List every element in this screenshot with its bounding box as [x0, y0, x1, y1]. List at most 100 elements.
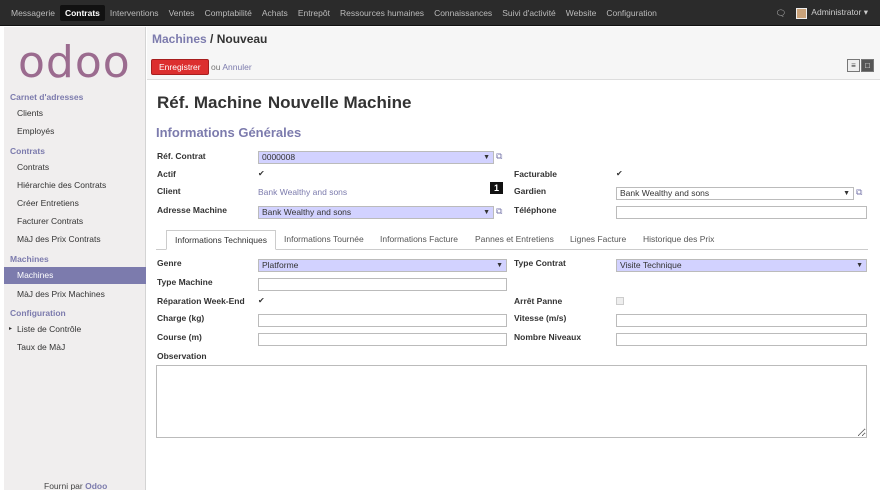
menu-messagerie[interactable]: Messagerie: [6, 5, 60, 21]
gardien-value: Bank Wealthy and sons: [620, 188, 710, 198]
breadcrumb-machines[interactable]: Machines: [152, 32, 207, 46]
telephone-input[interactable]: [616, 206, 867, 219]
ref-contrat-label: Réf. Contrat: [157, 151, 206, 161]
sidebar-item-contrats[interactable]: Contrats: [4, 159, 146, 176]
type-contrat-value: Visite Technique: [620, 260, 682, 270]
view-switcher: ≡ □: [847, 59, 874, 72]
menu-comptabilite[interactable]: Comptabilité: [200, 5, 257, 21]
user-name: Administrator ▾: [811, 7, 868, 18]
sidebar-item-creer-entretiens[interactable]: Créer Entretiens: [4, 195, 146, 212]
facturable-checkbox[interactable]: ✔: [616, 170, 624, 178]
ref-contrat-select[interactable]: 0000008 ▼: [258, 151, 494, 164]
sidebar-item-liste-controle-label: Liste de Contrôle: [17, 324, 82, 334]
facturable-label: Facturable: [514, 169, 557, 179]
sidebar-item-liste-controle[interactable]: ▸ Liste de Contrôle: [4, 321, 146, 338]
or-cancel: ou Annuler: [211, 62, 252, 72]
breadcrumb-separator: /: [206, 32, 217, 46]
telephone-label: Téléphone: [514, 205, 557, 215]
genre-label: Genre: [157, 258, 182, 268]
tab-lignes-facture[interactable]: Lignes Facture: [562, 230, 634, 250]
sidebar-item-taux-maj[interactable]: Taux de MàJ: [4, 339, 146, 356]
observation-label: Observation: [157, 351, 207, 361]
external-link-icon[interactable]: ⧉: [496, 206, 502, 217]
ref-contrat-value: 0000008: [262, 152, 296, 162]
sidebar-item-machines[interactable]: Machines: [4, 267, 146, 284]
observation-textarea[interactable]: [156, 365, 867, 438]
type-contrat-select[interactable]: Visite Technique ▼: [616, 259, 867, 272]
chevron-down-icon: ▼: [483, 154, 490, 161]
sidebar-section-machines: Machines: [10, 254, 49, 264]
reparation-label: Réparation Week-End: [157, 296, 245, 306]
notebook-tabs: Informations Techniques Informations Tou…: [156, 230, 868, 250]
title-value: Nouvelle Machine: [267, 93, 412, 112]
charge-label: Charge (kg): [157, 313, 205, 323]
menu-entrepot[interactable]: Entrepôt: [293, 5, 335, 21]
page-title: Réf. Machine Nouvelle Machine: [157, 93, 411, 113]
sidebar-item-clients[interactable]: Clients: [4, 105, 146, 122]
breadcrumb: Machines / Nouveau: [152, 32, 267, 46]
client-link[interactable]: Bank Wealthy and sons: [258, 187, 347, 197]
chevron-down-icon: ▼: [856, 262, 863, 269]
adresse-select[interactable]: Bank Wealthy and sons ▼: [258, 206, 494, 219]
tab-informations-facture[interactable]: Informations Facture: [372, 230, 466, 250]
type-contrat-label: Type Contrat: [514, 258, 566, 268]
chat-icon[interactable]: 🗨: [776, 8, 787, 19]
sidebar-section-configuration: Configuration: [10, 308, 66, 318]
tab-informations-techniques[interactable]: Informations Techniques: [166, 230, 276, 250]
external-link-icon[interactable]: ⧉: [856, 187, 862, 198]
chevron-down-icon: ▼: [483, 209, 490, 216]
or-label: ou: [211, 62, 221, 72]
menu-connaissances[interactable]: Connaissances: [429, 5, 497, 21]
sidebar-item-maj-prix-contrats[interactable]: MàJ des Prix Contrats: [4, 231, 146, 248]
client-label: Client: [157, 186, 181, 196]
menu-ventes[interactable]: Ventes: [164, 5, 200, 21]
menu-website[interactable]: Website: [561, 5, 602, 21]
adresse-label: Adresse Machine: [157, 205, 227, 215]
sidebar-section-contrats: Contrats: [10, 146, 45, 156]
footer-prefix: Fourni par: [44, 481, 83, 490]
tab-informations-tournee[interactable]: Informations Tournée: [276, 230, 372, 250]
vitesse-input[interactable]: [616, 314, 867, 327]
breadcrumb-current: Nouveau: [216, 32, 268, 46]
actif-label: Actif: [157, 169, 176, 179]
niveaux-label: Nombre Niveaux: [514, 332, 582, 342]
external-link-icon[interactable]: ⧉: [496, 151, 502, 162]
list-view-icon[interactable]: ≡: [847, 59, 860, 72]
form-view-icon[interactable]: □: [861, 59, 874, 72]
odoo-logo[interactable]: odoo: [18, 37, 131, 88]
tab-pannes-entretiens[interactable]: Pannes et Entretiens: [467, 230, 562, 250]
gardien-label: Gardien: [514, 186, 547, 196]
gardien-select[interactable]: Bank Wealthy and sons ▼: [616, 187, 854, 200]
menu-interventions[interactable]: Interventions: [105, 5, 164, 21]
tab-historique-prix[interactable]: Historique des Prix: [635, 230, 722, 250]
footer-brand-link[interactable]: Odoo: [85, 481, 107, 490]
vitesse-label: Vitesse (m/s): [514, 313, 567, 323]
arret-panne-checkbox[interactable]: [616, 297, 624, 305]
sidebar: odoo Carnet d'adresses Clients Employés …: [4, 27, 146, 490]
caret-right-icon: ▸: [9, 326, 13, 332]
actif-checkbox[interactable]: ✔: [258, 170, 266, 178]
sidebar-item-hierarchie[interactable]: Hiérarchie des Contrats: [4, 177, 146, 194]
menu-achats[interactable]: Achats: [257, 5, 293, 21]
chevron-down-icon: ▼: [843, 190, 850, 197]
course-label: Course (m): [157, 332, 202, 342]
reparation-checkbox[interactable]: ✔: [258, 297, 266, 305]
menu-configuration[interactable]: Configuration: [601, 5, 662, 21]
form-sheet: Réf. Machine Nouvelle Machine Information…: [147, 81, 880, 490]
menu-suivi-activite[interactable]: Suivi d'activité: [497, 5, 561, 21]
genre-select[interactable]: Platforme ▼: [258, 259, 507, 272]
menu-ressources-humaines[interactable]: Ressources humaines: [335, 5, 429, 21]
charge-input[interactable]: [258, 314, 507, 327]
control-panel: Machines / Nouveau Enregistrer ou Annule…: [147, 27, 880, 80]
user-menu[interactable]: Administrator ▾: [796, 7, 868, 19]
sidebar-item-facturer-contrats[interactable]: Facturer Contrats: [4, 213, 146, 230]
niveaux-input[interactable]: [616, 333, 867, 346]
menu-contrats[interactable]: Contrats: [59, 5, 105, 21]
course-input[interactable]: [258, 333, 507, 346]
type-machine-input[interactable]: [258, 278, 507, 291]
arret-panne-label: Arrêt Panne: [514, 296, 563, 306]
sidebar-item-maj-prix-machines[interactable]: MàJ des Prix Machines: [4, 286, 146, 303]
cancel-button[interactable]: Annuler: [222, 62, 251, 72]
save-button[interactable]: Enregistrer: [151, 59, 209, 75]
sidebar-item-employes[interactable]: Employés: [4, 123, 146, 140]
